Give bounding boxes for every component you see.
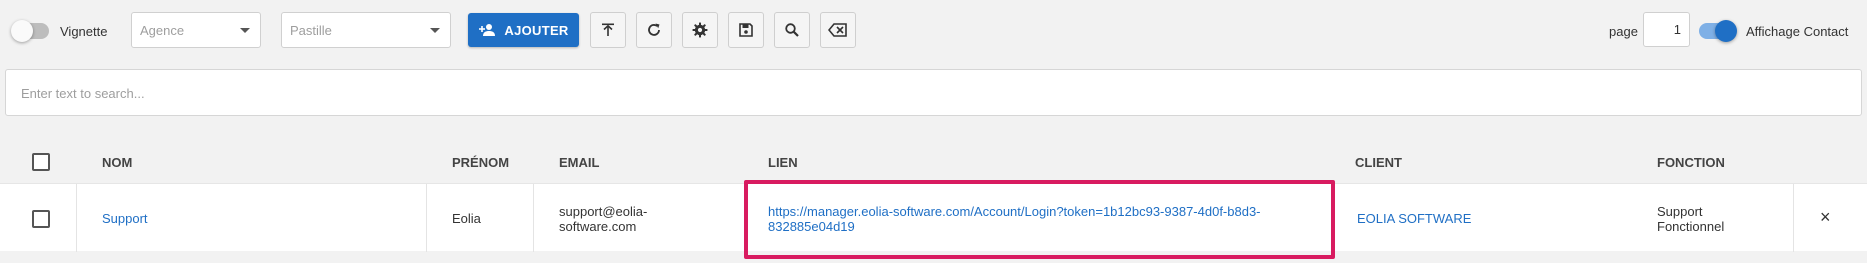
chevron-down-icon (240, 28, 250, 33)
contact-name-link[interactable]: Support (102, 211, 148, 226)
column-header-prenom[interactable]: PRÉNOM (452, 155, 509, 170)
column-header-lien[interactable]: LIEN (768, 155, 798, 170)
column-divider (426, 184, 427, 252)
add-user-icon (479, 24, 496, 36)
add-button-label: AJOUTER (504, 22, 569, 38)
vignette-toggle[interactable] (11, 20, 49, 42)
contact-fonction: Support Fonctionnel (1657, 204, 1724, 234)
settings-button[interactable] (682, 12, 718, 48)
refresh-icon (648, 23, 660, 36)
link-highlight-box (744, 180, 1335, 259)
row-checkbox[interactable] (32, 210, 50, 228)
toggle-knob (11, 20, 33, 42)
search-input[interactable]: Enter text to search... (5, 69, 1862, 116)
agence-placeholder: Agence (140, 23, 185, 38)
column-header-nom[interactable]: NOM (102, 155, 132, 170)
fonction-line: Support (1657, 204, 1703, 219)
floppy-disk-icon (739, 23, 753, 37)
agence-select[interactable]: Agence (131, 12, 261, 48)
vignette-label: Vignette (60, 24, 108, 39)
save-button[interactable] (728, 12, 764, 48)
export-button[interactable] (590, 12, 626, 48)
close-icon[interactable]: × (1820, 208, 1831, 226)
client-link[interactable]: EOLIA SOFTWARE (1357, 211, 1471, 226)
toggle-knob (1715, 20, 1737, 42)
pastille-placeholder: Pastille (290, 23, 332, 38)
email-line: software.com (559, 219, 637, 234)
fonction-line: Fonctionnel (1657, 219, 1725, 234)
contact-email: support@eolia- software.com (559, 204, 647, 234)
toolbar: Vignette Agence Pastille AJOUTER page 1 … (0, 0, 1867, 60)
affichage-contact-label: Affichage Contact (1746, 24, 1849, 39)
page-label: page (1609, 24, 1638, 39)
column-header-client[interactable]: CLIENT (1355, 155, 1402, 170)
column-header-email[interactable]: EMAIL (559, 155, 599, 170)
search-icon (785, 23, 799, 37)
backspace-icon (828, 23, 847, 37)
chevron-down-icon (430, 28, 440, 33)
upload-icon (602, 23, 614, 36)
email-line: support@eolia- (559, 204, 648, 219)
column-header-fonction[interactable]: FONCTION (1657, 155, 1725, 170)
page-number-input[interactable]: 1 (1643, 12, 1690, 47)
select-all-checkbox[interactable] (32, 153, 50, 171)
gear-icon (692, 22, 708, 38)
column-divider (533, 184, 534, 252)
search-button[interactable] (774, 12, 810, 48)
search-placeholder: Enter text to search... (21, 86, 145, 101)
add-button[interactable]: AJOUTER (468, 13, 579, 47)
column-divider (76, 184, 77, 252)
affichage-contact-toggle[interactable] (1699, 20, 1737, 42)
table-header: NOM PRÉNOM EMAIL LIEN CLIENT FONCTION (0, 143, 1867, 183)
contact-prenom: Eolia (452, 211, 481, 226)
column-divider (1793, 184, 1794, 252)
clear-filters-button[interactable] (820, 12, 856, 48)
pastille-select[interactable]: Pastille (281, 12, 451, 48)
refresh-button[interactable] (636, 12, 672, 48)
